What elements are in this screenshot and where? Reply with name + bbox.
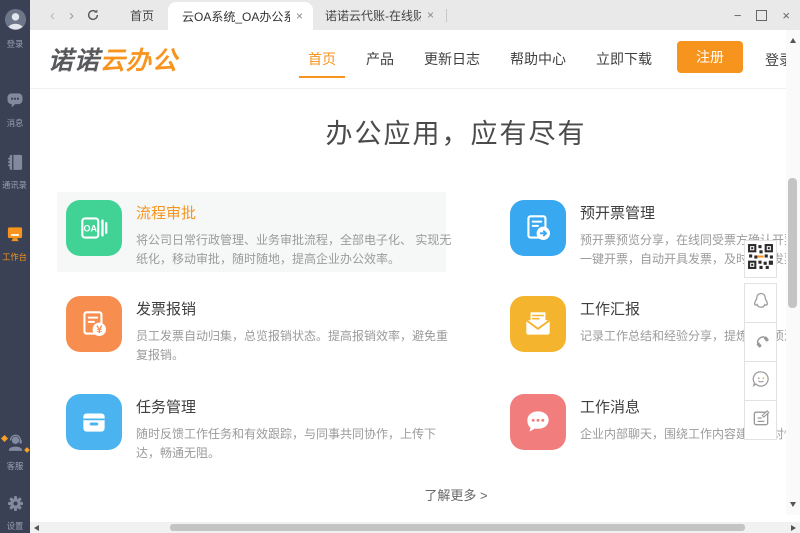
- page-title: 办公应用，应有尽有: [30, 112, 800, 151]
- tab-nuonuo-accounting[interactable]: 诺诺云代账-在线财务软件 ×: [313, 0, 442, 30]
- horizontal-scroll-thumb[interactable]: [170, 524, 745, 531]
- reload-icon[interactable]: [86, 8, 100, 22]
- feature-desc: 将公司日常行政管理、业务审批流程，全部电子化、 实现无纸化，移动审批，随时随地，…: [136, 231, 454, 269]
- sidebar-item-contacts[interactable]: 通讯录: [0, 152, 30, 190]
- floating-contact-panel: [744, 240, 777, 440]
- qr-code-button[interactable]: [744, 240, 777, 278]
- top-navigation: 首页 产品 更新日志 帮助中心 立即下载: [308, 30, 652, 88]
- sidebar-item-label: 设置: [7, 521, 24, 530]
- feedback-form-button[interactable]: [744, 400, 777, 440]
- tab-oa-system[interactable]: 云OA系统_OA办公系统_ ×: [168, 2, 313, 30]
- svg-text:¥: ¥: [96, 324, 103, 336]
- sidebar-item-label: 客服: [7, 461, 24, 470]
- sidebar-item-label: 通讯录: [3, 180, 28, 189]
- scroll-up-icon[interactable]: [790, 38, 796, 43]
- nav-item-changelog[interactable]: 更新日志: [424, 30, 480, 88]
- chat-bubble-icon: [5, 90, 25, 115]
- register-button[interactable]: 注册: [677, 41, 743, 73]
- sidebar-item-label: 消息: [7, 118, 24, 127]
- task-manage-icon: [66, 394, 122, 450]
- tab-close-icon[interactable]: ×: [296, 9, 303, 23]
- tab-label: 云OA系统_OA办公系统_: [182, 8, 290, 25]
- horizontal-scrollbar[interactable]: [30, 522, 800, 533]
- feature-title[interactable]: 预开票管理: [580, 202, 800, 223]
- scroll-left-icon[interactable]: [34, 525, 39, 531]
- tab-divider: [446, 9, 447, 22]
- minimize-icon[interactable]: −: [734, 9, 742, 22]
- feature-card-approval[interactable]: OA 流程审批 将公司日常行政管理、业务审批流程，全部电子化、 实现无纸化，移动…: [66, 200, 454, 269]
- tab-bar: ‹ › 首页 云OA系统_OA办公系统_ × 诺诺云代账-在线财务软件 × − …: [30, 0, 800, 30]
- logo-text-gray: 诺诺: [48, 41, 100, 77]
- browser-area: ‹ › 首页 云OA系统_OA办公系统_ × 诺诺云代账-在线财务软件 × − …: [30, 0, 800, 533]
- close-icon[interactable]: ×: [782, 9, 790, 22]
- scroll-down-icon[interactable]: [790, 502, 796, 507]
- gear-icon: [6, 494, 25, 518]
- feature-title[interactable]: 发票报销: [136, 298, 454, 319]
- svg-text:OA: OA: [84, 224, 98, 234]
- form-edit-icon: [751, 408, 771, 433]
- maximize-icon[interactable]: [756, 10, 767, 21]
- sidebar-item-label: 工作台: [3, 252, 28, 261]
- learn-more-link[interactable]: 了解更多 >: [30, 485, 800, 504]
- sidebar-item-workbench[interactable]: 工作台: [0, 224, 30, 262]
- feature-title[interactable]: 任务管理: [136, 396, 454, 417]
- site-header: 诺诺云办公 首页 产品 更新日志 帮助中心 立即下载 注册 登录: [30, 30, 800, 89]
- qq-contact-button[interactable]: [744, 283, 777, 323]
- vertical-scroll-thumb[interactable]: [788, 178, 797, 308]
- sidebar-item-settings[interactable]: 设置: [0, 494, 30, 531]
- sidebar-item-label: 登录: [7, 39, 24, 48]
- vertical-scrollbar[interactable]: [786, 30, 800, 515]
- feature-card-tasks[interactable]: 任务管理 随时反馈工作任务和有效跟踪，与同事共同协作，上传下达，畅通无阻。: [66, 394, 454, 463]
- oa-approval-icon: OA: [66, 200, 122, 256]
- back-icon[interactable]: ‹: [50, 8, 55, 23]
- feature-desc: 随时反馈工作任务和有效跟踪，与同事共同协作，上传下达，畅通无阻。: [136, 425, 454, 463]
- tab-label: 首页: [130, 7, 154, 24]
- feature-title[interactable]: 流程审批: [136, 202, 454, 223]
- web-page: 诺诺云办公 首页 产品 更新日志 帮助中心 立即下载 注册 登录 办公应用，应有…: [30, 30, 800, 522]
- tab-close-icon[interactable]: ×: [427, 8, 434, 22]
- service-smiley-icon: [751, 369, 771, 394]
- scroll-right-icon[interactable]: [791, 525, 796, 531]
- sidebar-item-support[interactable]: 客服: [0, 432, 30, 471]
- phone-contact-button[interactable]: [744, 322, 777, 362]
- workbench-monitor-icon: [5, 224, 25, 249]
- logo-text-orange: 云办公: [100, 41, 178, 77]
- tab-home[interactable]: 首页: [122, 0, 162, 30]
- online-service-button[interactable]: [744, 361, 777, 401]
- work-message-icon: [510, 394, 566, 450]
- feature-card-reimburse[interactable]: ¥ 发票报销 员工发票自动归集，总览报销状态。提高报销效率，避免重复报销。: [66, 296, 454, 365]
- nav-item-home[interactable]: 首页: [308, 30, 336, 88]
- window-controls: − ×: [734, 9, 790, 22]
- nav-item-help-center[interactable]: 帮助中心: [510, 30, 566, 88]
- qr-code-icon: [747, 243, 774, 275]
- work-report-icon: [510, 296, 566, 352]
- site-logo[interactable]: 诺诺云办公: [48, 30, 178, 88]
- invoice-reimburse-icon: ¥: [66, 296, 122, 352]
- sidebar-item-login[interactable]: 登录: [0, 8, 30, 49]
- contacts-book-icon: [5, 152, 25, 177]
- nav-item-products[interactable]: 产品: [366, 30, 394, 88]
- forward-icon[interactable]: ›: [69, 8, 74, 23]
- qq-penguin-icon: [751, 291, 771, 316]
- nav-item-download[interactable]: 立即下载: [596, 30, 652, 88]
- sidebar-item-messages[interactable]: 消息: [0, 90, 30, 128]
- avatar-icon: [4, 8, 27, 36]
- phone-icon: [751, 330, 771, 355]
- feature-desc: 员工发票自动归集，总览报销状态。提高报销效率，避免重复报销。: [136, 327, 454, 365]
- tab-label: 诺诺云代账-在线财务软件: [325, 7, 421, 24]
- app-sidebar: 登录 消息 通讯录 工作台 客服 设置: [0, 0, 30, 533]
- customer-service-icon: [5, 432, 26, 458]
- pre-invoice-icon: [510, 200, 566, 256]
